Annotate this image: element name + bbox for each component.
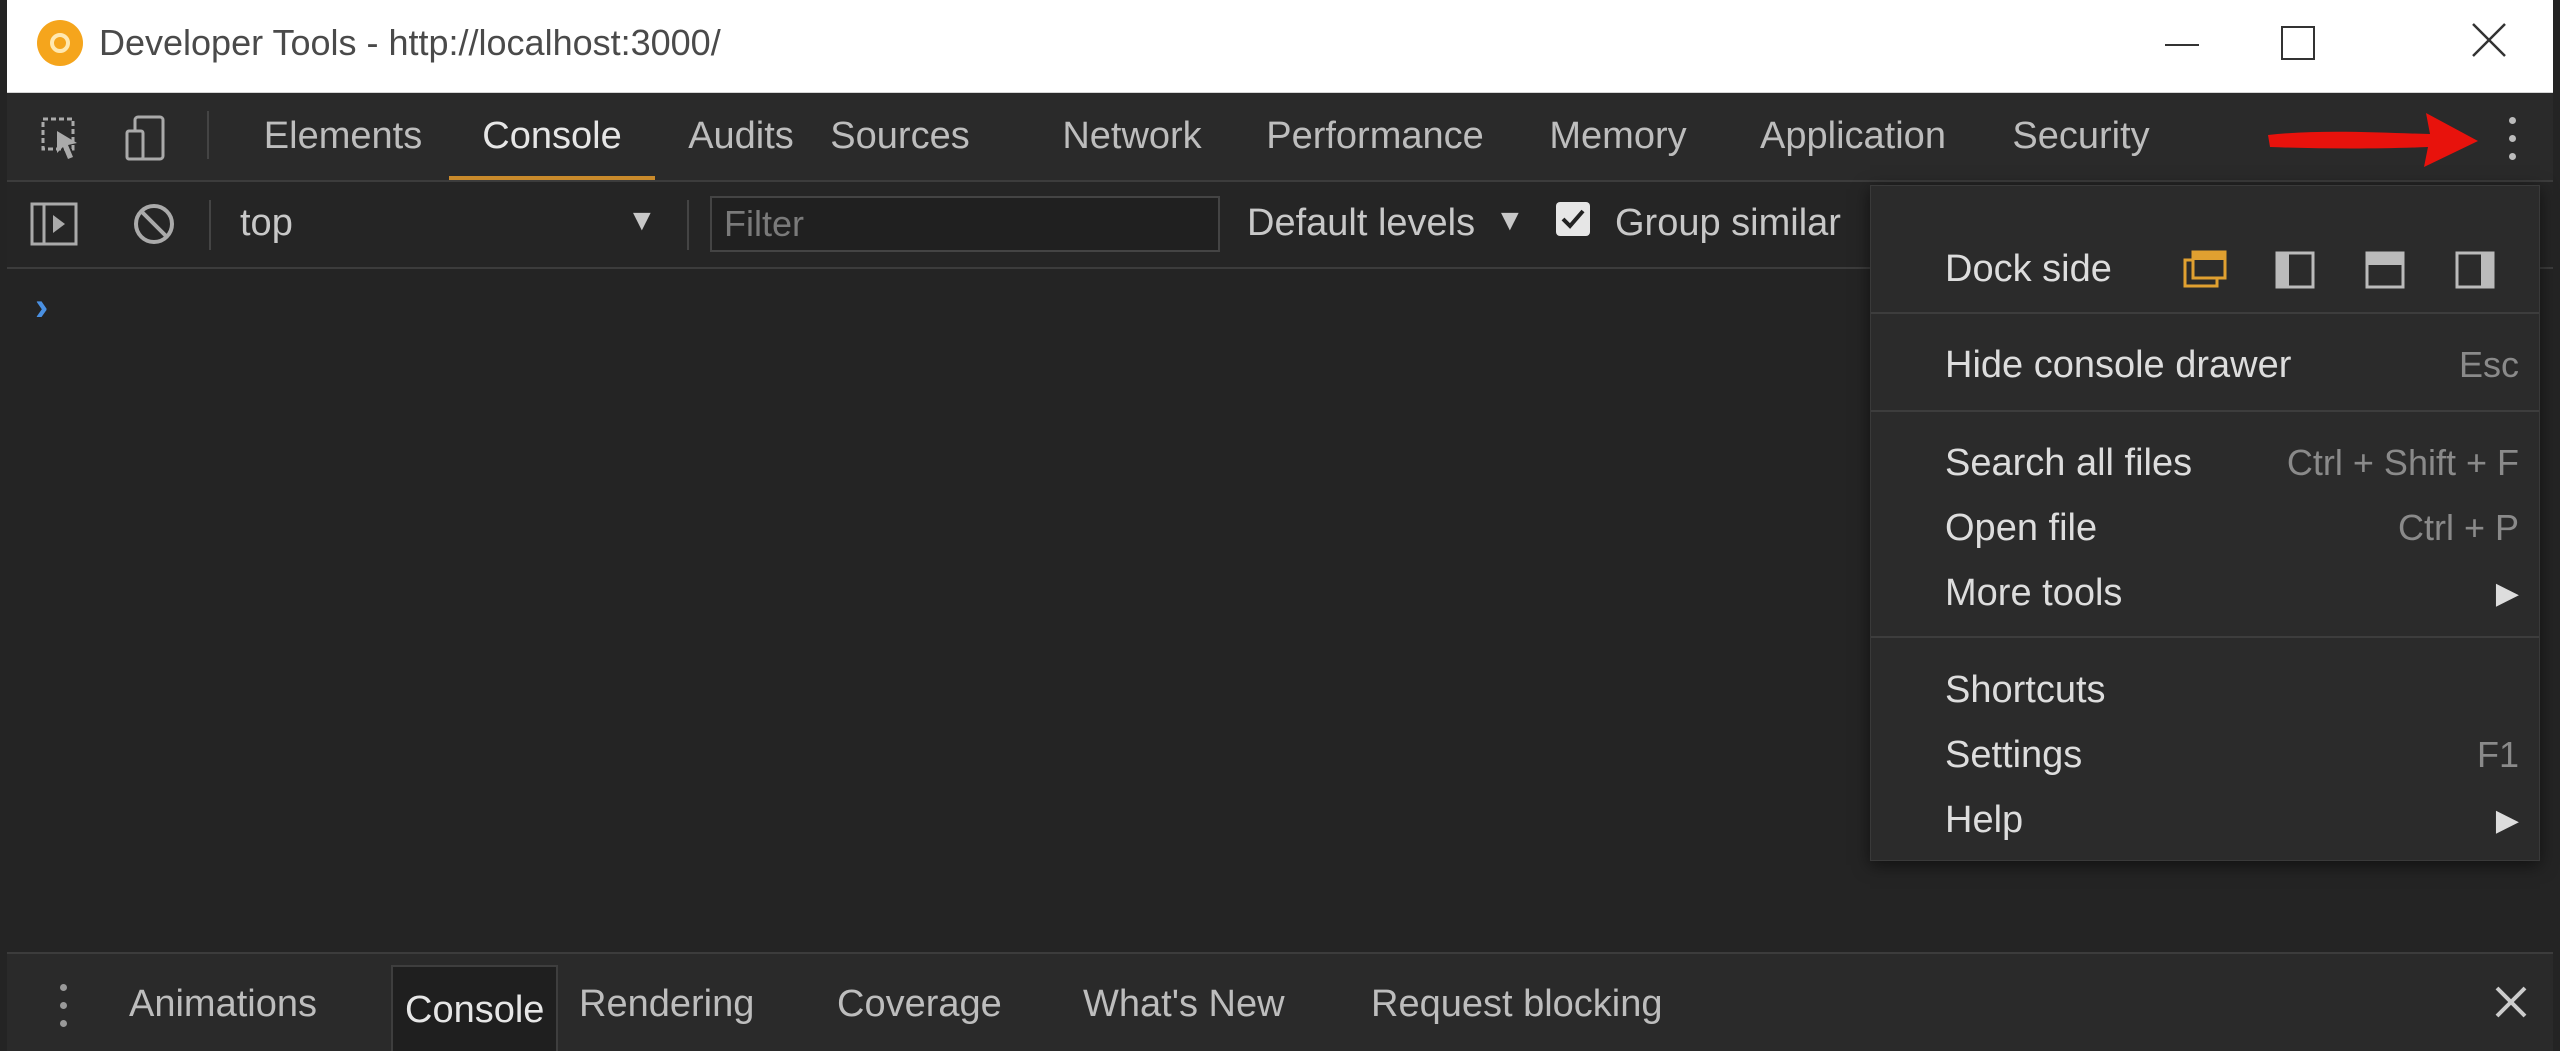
tab-network[interactable]: Network: [1049, 93, 1215, 180]
main-toolbar: Elements Console Audits Sources Network …: [7, 93, 2553, 182]
menu-item-shortcut: Esc: [2458, 344, 2519, 385]
console-prompt-icon: ›: [35, 285, 49, 329]
tab-sources[interactable]: Sources: [825, 93, 975, 180]
menu-item-label: Hide console drawer: [1945, 344, 2292, 386]
drawer-tab-console[interactable]: Console: [391, 965, 559, 1051]
menu-divider: [1871, 312, 2539, 314]
maximize-button[interactable]: [2249, 0, 2341, 92]
drawer-tab-animations[interactable]: Animations: [129, 954, 317, 1051]
drawer-more-icon[interactable]: [57, 982, 69, 1030]
menu-item-more-tools[interactable]: More tools ▶: [1871, 562, 2539, 628]
menu-item-shortcut: Ctrl + Shift + F: [2286, 442, 2519, 483]
drawer-tab-rendering[interactable]: Rendering: [579, 954, 754, 1051]
tab-security[interactable]: Security: [2005, 93, 2157, 180]
menu-item-help[interactable]: Help ▶: [1871, 789, 2539, 855]
drawer-tab-whats-new[interactable]: What's New: [1083, 954, 1285, 1051]
menu-item-label: Help: [1945, 799, 2024, 841]
window-title: Developer Tools - http://localhost:3000/: [99, 22, 721, 63]
menu-divider: [1871, 410, 2539, 412]
menu-item-label: Open file: [1945, 507, 2098, 549]
group-similar-checkbox[interactable]: [1556, 202, 1590, 236]
tab-application[interactable]: Application: [1747, 93, 1959, 180]
dock-left-icon[interactable]: [2273, 250, 2317, 290]
menu-item-shortcut: F1: [2476, 734, 2519, 775]
dropdown-arrow-icon[interactable]: ▼: [1495, 204, 1525, 238]
menu-item-label: More tools: [1945, 572, 2123, 614]
menu-divider: [1871, 636, 2539, 638]
red-arrow-annotation-icon: [2268, 113, 2478, 167]
dock-right-icon[interactable]: [2453, 250, 2497, 290]
submenu-arrow-icon: ▶: [2495, 577, 2519, 610]
close-window-button[interactable]: [2443, 0, 2535, 92]
menu-item-open-file[interactable]: Open file Ctrl + P: [1871, 497, 2539, 563]
close-icon: [2472, 23, 2506, 57]
drawer-tabbar: Animations Console Rendering Coverage Wh…: [7, 952, 2553, 1051]
inspect-element-icon[interactable]: [37, 113, 87, 163]
context-selector[interactable]: top: [240, 202, 293, 245]
drawer-tab-request-blocking[interactable]: Request blocking: [1371, 954, 1663, 1051]
dock-side-label: Dock side: [1945, 248, 2112, 290]
checkmark-icon: [1561, 209, 1585, 229]
undock-icon[interactable]: [2183, 250, 2227, 290]
group-similar-label[interactable]: Group similar: [1615, 202, 1841, 245]
more-options-menu: Dock side Hide console drawer Esc Search…: [1870, 185, 2540, 861]
filter-box[interactable]: [710, 196, 1220, 252]
tab-memory[interactable]: Memory: [1539, 93, 1697, 180]
menu-item-label: Shortcuts: [1945, 669, 2106, 711]
show-sidebar-icon[interactable]: [29, 200, 79, 250]
tab-console[interactable]: Console: [449, 93, 655, 180]
menu-item-label: Settings: [1945, 734, 2083, 776]
minimize-button[interactable]: [2133, 0, 2225, 92]
menu-item-settings[interactable]: Settings F1: [1871, 724, 2539, 790]
tab-performance[interactable]: Performance: [1261, 93, 1489, 180]
tab-elements[interactable]: Elements: [261, 93, 425, 180]
log-levels-dropdown[interactable]: Default levels: [1247, 202, 1475, 245]
more-options-icon[interactable]: [2497, 113, 2527, 165]
submenu-arrow-icon: ▶: [2495, 804, 2519, 837]
app-logo-icon: [37, 20, 83, 66]
dropdown-arrow-icon[interactable]: ▼: [627, 204, 657, 238]
tab-audits[interactable]: Audits: [679, 93, 803, 180]
filter-input[interactable]: [712, 198, 1218, 250]
title-bar: Developer Tools - http://localhost:3000/: [7, 0, 2553, 93]
device-toolbar-icon[interactable]: [121, 113, 171, 163]
menu-item-hide-console-drawer[interactable]: Hide console drawer Esc: [1871, 334, 2539, 400]
devtools-window: Developer Tools - http://localhost:3000/…: [0, 0, 2560, 1051]
menu-item-shortcut: Ctrl + P: [2397, 507, 2519, 548]
menu-item-search-all-files[interactable]: Search all files Ctrl + Shift + F: [1871, 432, 2539, 498]
dock-bottom-icon[interactable]: [2363, 250, 2407, 290]
toolbar-divider: [209, 200, 211, 250]
menu-item-label: Search all files: [1945, 442, 2193, 484]
clear-console-icon[interactable]: [129, 200, 179, 250]
menu-item-shortcuts[interactable]: Shortcuts: [1871, 659, 2539, 725]
dock-side-row: Dock side: [1871, 214, 2539, 314]
close-drawer-icon[interactable]: [2491, 982, 2531, 1022]
toolbar-divider: [207, 111, 209, 159]
drawer-tab-coverage[interactable]: Coverage: [837, 954, 1002, 1051]
toolbar-divider: [687, 200, 689, 250]
